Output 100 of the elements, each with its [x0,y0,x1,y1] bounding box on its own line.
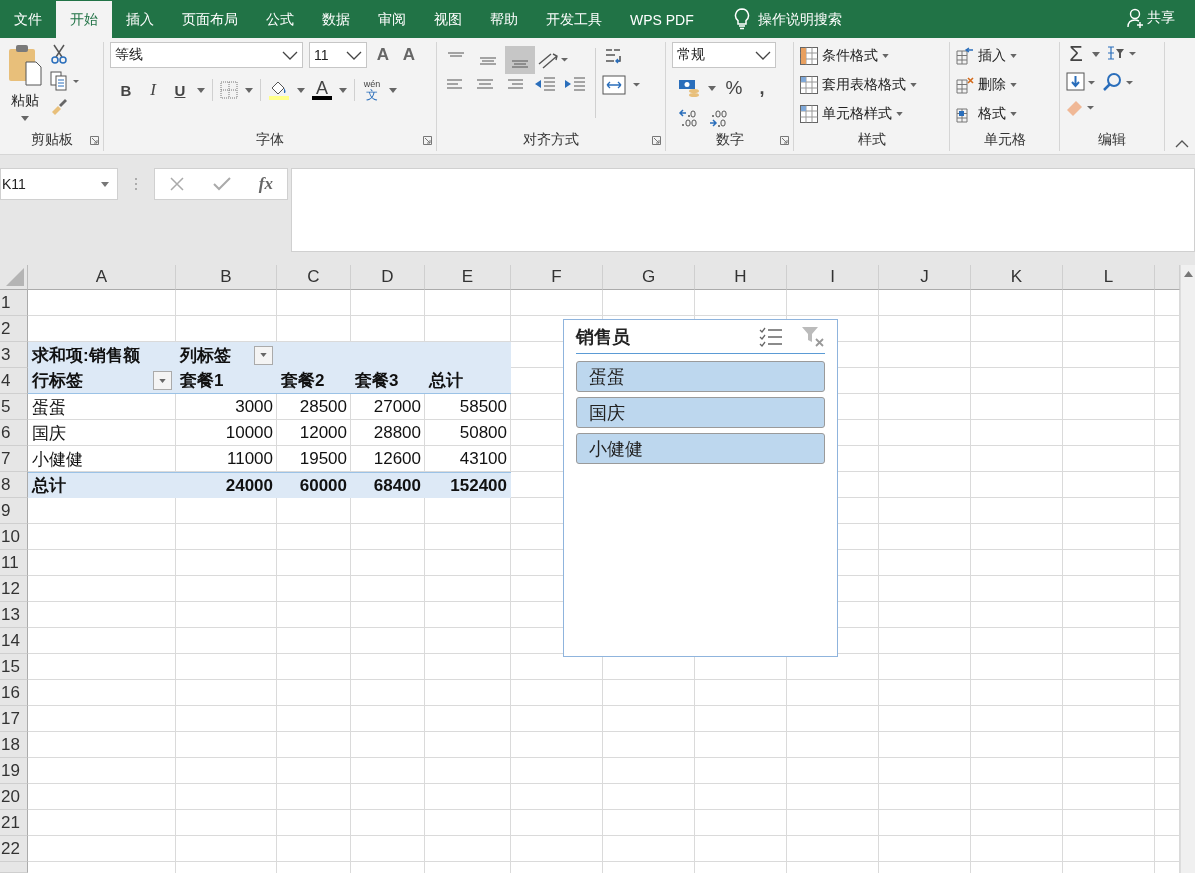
row-header[interactable]: 18 [0,732,28,758]
ribbon-tab[interactable]: 数据 [308,1,364,38]
row-header[interactable]: 15 [0,654,28,680]
text-angle-icon[interactable] [537,50,569,70]
increase-decimal-icon[interactable] [678,108,700,128]
ribbon-tab[interactable]: 审阅 [364,1,420,38]
percent-button[interactable]: % [724,76,744,100]
row-header[interactable]: 19 [0,758,28,784]
row-header[interactable]: 17 [0,706,28,732]
dialog-launcher-icon[interactable] [90,136,99,145]
row-header[interactable]: 5 [0,394,28,420]
column-header[interactable]: C [277,265,351,290]
close-icon[interactable] [168,176,185,192]
row-header[interactable]: 21 [0,810,28,836]
caret-icon[interactable] [197,87,205,93]
row-header[interactable]: 3 [0,342,28,368]
caret-icon[interactable] [389,87,397,93]
row-header[interactable]: 1 [0,290,28,316]
fill-down-icon[interactable] [1066,72,1096,92]
brush-icon[interactable] [50,98,68,116]
dialog-launcher-icon[interactable] [780,136,789,145]
ribbon-tab[interactable]: 文件 [0,1,56,38]
ribbon-tab[interactable]: 开始 [56,1,112,38]
clear-filter-icon[interactable] [801,325,825,348]
row-header[interactable]: 8 [0,472,28,498]
lightbulb-icon[interactable] [733,8,750,30]
share-button[interactable]: 共享 [1127,0,1175,36]
row-header[interactable]: 10 [0,524,28,550]
search-icon[interactable] [1102,72,1134,92]
ribbon-tab[interactable]: 页面布局 [168,1,252,38]
increase-font-button[interactable]: A [373,43,393,67]
row-header[interactable]: 9 [0,498,28,524]
sort-filter-icon[interactable] [1106,45,1136,63]
caret-icon[interactable] [297,87,305,93]
row-header[interactable]: 12 [0,576,28,602]
italic-button[interactable]: I [143,78,163,102]
column-header[interactable]: J [879,265,971,290]
column-header[interactable]: D [351,265,425,290]
font-name-field[interactable]: 等线 [110,42,303,68]
fill-color-icon[interactable] [268,80,290,100]
money-icon[interactable] [678,78,700,98]
comma-button[interactable]: , [752,76,772,100]
ribbon-tab[interactable]: 帮助 [476,1,532,38]
ribbon-tab[interactable]: 视图 [420,1,476,38]
bold-button[interactable]: B [116,78,136,102]
caret-icon[interactable] [708,85,716,91]
ribbon-tab[interactable]: 插入 [112,1,168,38]
column-header[interactable]: G [603,265,695,290]
cells-menu-button[interactable]: 删除 [956,73,1053,97]
vertical-scrollbar[interactable] [1180,265,1195,873]
paste-button[interactable]: 粘贴 [8,42,42,129]
dialog-launcher-icon[interactable] [652,136,661,145]
slicer-item[interactable]: 蛋蛋 [576,361,825,392]
style-menu-button[interactable]: 单元格样式 [800,102,943,126]
scissors-icon[interactable] [50,44,68,64]
row-header[interactable]: 13 [0,602,28,628]
underline-button[interactable]: U [170,78,190,102]
collapse-icon[interactable] [1175,140,1189,148]
column-header[interactable]: A [28,265,176,290]
formula-input[interactable] [291,168,1195,252]
column-header[interactable]: L [1063,265,1155,290]
merge-cells-icon[interactable] [601,74,642,96]
caret-icon[interactable] [1092,51,1100,57]
caret-icon[interactable] [339,87,347,93]
row-header[interactable]: 7 [0,446,28,472]
multi-select-icon[interactable] [759,326,783,347]
slicer-item[interactable]: 小健健 [576,433,825,464]
row-header[interactable]: 6 [0,420,28,446]
caret-icon[interactable] [245,87,253,93]
style-menu-button[interactable]: 条件格式 [800,44,943,68]
column-header[interactable]: H [695,265,787,290]
eraser-icon[interactable] [1066,98,1096,116]
row-header[interactable]: 14 [0,628,28,654]
autosum-button[interactable]: Σ [1066,42,1086,66]
column-header[interactable]: I [787,265,879,290]
copy-icon[interactable] [50,71,80,91]
cells-menu-button[interactable]: 格式 [956,102,1053,126]
row-header[interactable]: 11 [0,550,28,576]
row-header[interactable]: 2 [0,316,28,342]
row-header[interactable]: 22 [0,836,28,862]
name-box-field[interactable]: K11 [0,168,118,200]
filter-dropdown-button[interactable] [153,371,172,390]
font-size-field[interactable]: 11 [309,42,367,68]
slicer-item[interactable]: 国庆 [576,397,825,428]
ribbon-tab[interactable]: WPS PDF [616,1,708,38]
column-header[interactable]: K [971,265,1063,290]
ribbon-tab[interactable]: 开发工具 [532,1,616,38]
phonetic-guide-button[interactable]: wén 文 [362,76,382,104]
filter-dropdown-button[interactable] [254,345,273,365]
scroll-up-icon[interactable] [1183,271,1193,277]
dialog-launcher-icon[interactable] [423,136,432,145]
column-header[interactable]: B [176,265,277,290]
number-format-field[interactable]: 常规 [672,42,776,68]
ribbon-tab[interactable]: 公式 [252,1,308,38]
style-menu-button[interactable]: 套用表格格式 [800,73,943,97]
cells-menu-button[interactable]: 插入 [956,44,1053,68]
drag-handle-icon[interactable] [134,177,138,191]
row-header[interactable]: 4 [0,368,28,394]
decrease-decimal-icon[interactable] [708,108,730,128]
decrease-font-button[interactable]: A [399,43,419,67]
